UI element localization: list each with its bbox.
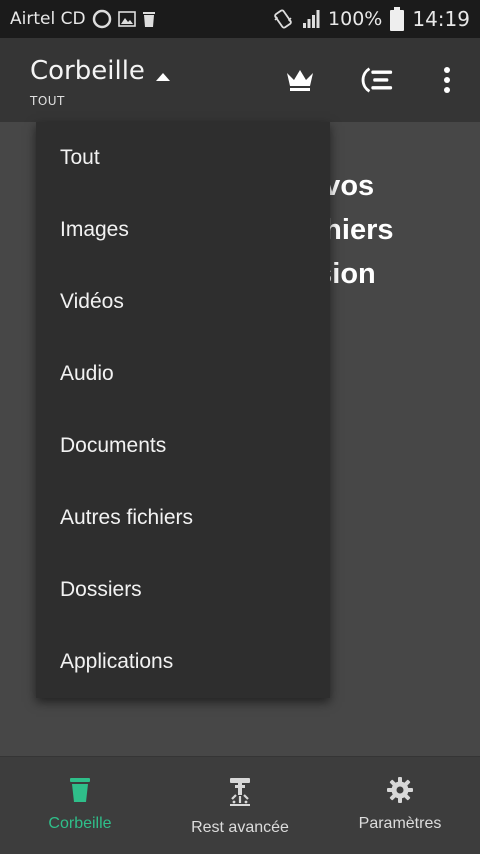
status-bar: Airtel CD 100% 14:19 [0,0,480,38]
nav-item-rest-avancee[interactable]: Rest avancée [160,757,320,854]
more-vert-icon[interactable] [430,64,464,96]
nav-label-parametres: Paramètres [358,815,442,832]
battery-percent: 100% [328,8,383,30]
clock: 14:19 [412,7,470,31]
sort-icon[interactable] [360,64,394,96]
dropdown-item-dossiers[interactable]: Dossiers [36,554,330,626]
nav-item-corbeille[interactable]: Corbeille [0,757,160,854]
dropdown-item-videos[interactable]: Vidéos [36,266,330,338]
nav-label-rest-avancee: Rest avancée [191,819,289,836]
page-title[interactable]: Corbeille [30,56,145,86]
carrier-name: Airtel CD [10,9,86,29]
gear-icon [387,777,413,803]
nav-label-corbeille: Corbeille [48,815,112,832]
dropdown-item-documents[interactable]: Documents [36,410,330,482]
page-subtitle: TOUT [30,94,65,108]
trash-notification-icon [142,12,155,27]
nav-item-parametres[interactable]: Paramètres [320,757,480,854]
dropdown-item-autres-fichiers[interactable]: Autres fichiers [36,482,330,554]
advanced-restore-icon [230,778,250,806]
crown-icon[interactable] [283,64,317,96]
dropdown-item-tout[interactable]: Tout [36,122,330,194]
dropdown-item-images[interactable]: Images [36,194,330,266]
signal-icon [303,10,320,28]
caret-up-icon[interactable] [156,73,170,81]
dropdown-item-applications[interactable]: Applications [36,626,330,698]
battery-icon [390,7,405,31]
image-notification-icon [117,11,136,27]
sync-circle-icon [92,9,111,29]
bottom-navigation: Corbeille Rest avancée Paramètres [0,756,480,854]
app-bar: Corbeille TOUT [0,38,480,122]
dropdown-item-audio[interactable]: Audio [36,338,330,410]
vibrate-icon [274,9,292,29]
trash-icon [70,778,90,802]
category-dropdown: Tout Images Vidéos Audio Documents Autre… [36,122,330,698]
